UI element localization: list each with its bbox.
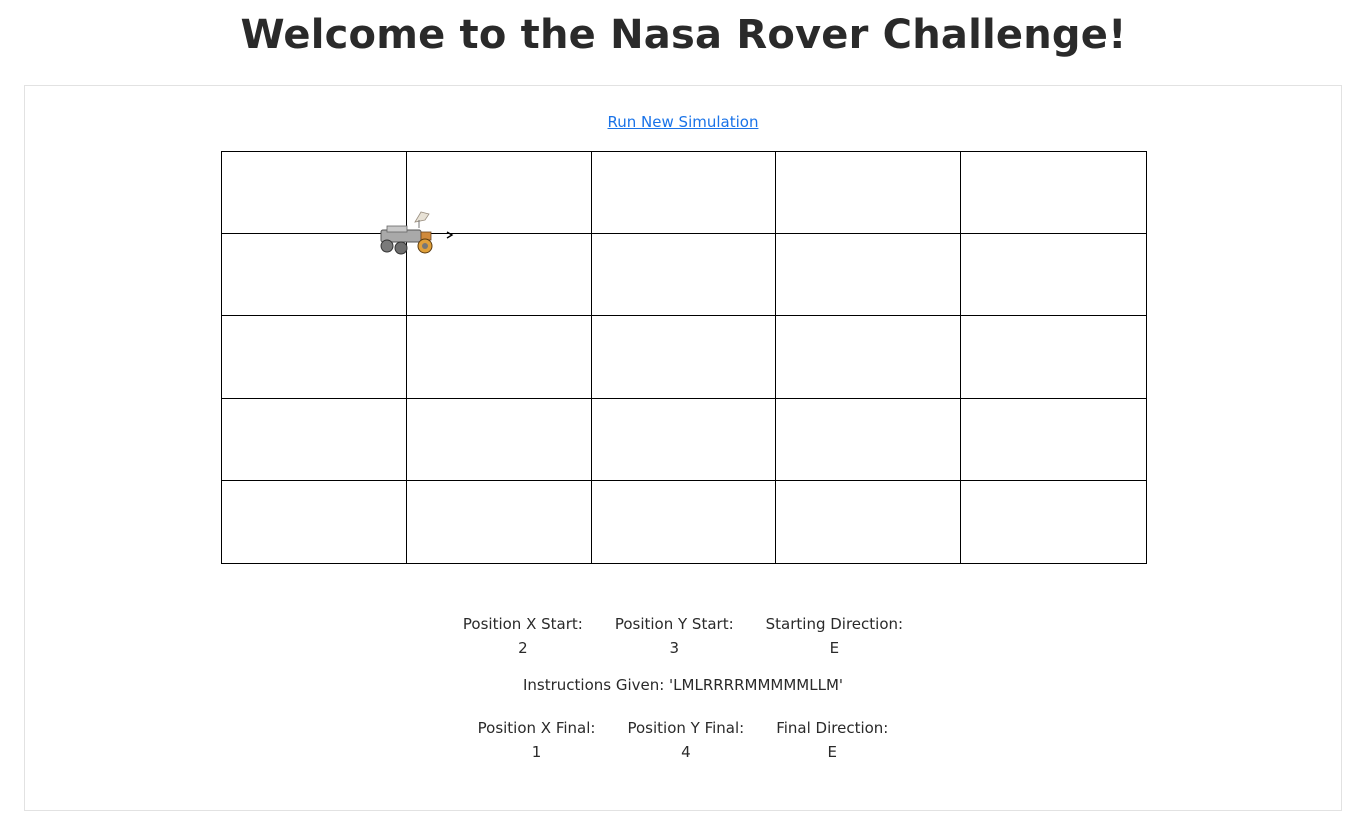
- final-x-label: Position X Final:: [477, 719, 596, 737]
- start-x-value: 2: [518, 639, 528, 657]
- final-direction-column: Final Direction: E: [776, 716, 888, 764]
- start-y-label: Position Y Start:: [614, 615, 734, 633]
- final-y-label: Position Y Final:: [627, 719, 745, 737]
- run-link-container: Run New Simulation: [25, 113, 1341, 131]
- start-x-column: Position X Start: 2: [463, 612, 583, 660]
- start-direction-label: Starting Direction:: [765, 615, 904, 633]
- grid-cell: [776, 234, 962, 317]
- final-direction-value: E: [827, 743, 838, 761]
- final-direction-label: Final Direction:: [776, 719, 889, 737]
- final-x-value: 1: [531, 743, 542, 761]
- grid-cell: [591, 316, 777, 399]
- page-title: Welcome to the Nasa Rover Challenge!: [240, 12, 1127, 58]
- grid-cell: [591, 152, 777, 235]
- start-direction-column: Starting Direction: E: [766, 612, 903, 660]
- start-direction-value: E: [829, 639, 840, 657]
- grid-cell: [407, 480, 592, 563]
- final-y-column: Position Y Final: 4: [627, 716, 744, 764]
- run-new-simulation-link[interactable]: Run New Simulation: [608, 113, 759, 131]
- start-x-label: Position X Start:: [462, 615, 583, 633]
- grid-cell: [961, 399, 1146, 481]
- grid-cell: [776, 398, 962, 481]
- grid-cell: [406, 316, 592, 399]
- start-y-column: Position Y Start: 3: [615, 612, 734, 660]
- grid-cell: [961, 152, 1146, 235]
- grid-cell: [222, 398, 407, 481]
- grid-cell: [591, 234, 777, 317]
- start-info-row: Position X Start: 2 Position Y Start: 3 …: [25, 612, 1341, 660]
- grid-cell: [776, 152, 962, 235]
- rover-grid: [221, 151, 1147, 564]
- grid-cell: [592, 480, 777, 563]
- grid-cell: [222, 480, 407, 563]
- instructions-text: Instructions Given: 'LMLRRRRMMMMMLLM': [522, 676, 844, 694]
- grid-cell: [222, 316, 407, 399]
- grid-cell: [961, 234, 1146, 317]
- final-info-row: Position X Final: 1 Position Y Final: 4 …: [25, 716, 1341, 764]
- final-y-value: 4: [681, 743, 691, 761]
- grid-cell: [961, 316, 1146, 399]
- simulation-panel: Run New Simulation Position X Start: 2 P…: [24, 85, 1342, 811]
- grid-cell: [591, 398, 777, 481]
- grid-cell: [406, 398, 592, 481]
- grid-cell: [776, 316, 962, 399]
- grid-cell: [776, 480, 962, 563]
- start-y-value: 3: [669, 639, 679, 657]
- final-x-column: Position X Final: 1: [478, 716, 596, 764]
- grid-cell: [961, 481, 1146, 563]
- rover-icon: [380, 211, 454, 255]
